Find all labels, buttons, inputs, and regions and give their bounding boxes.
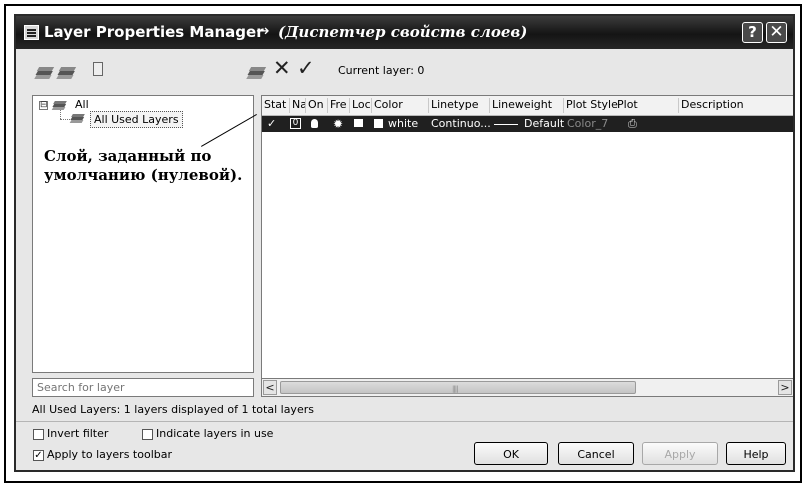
- column-header-plot[interactable]: Plot: [615, 98, 638, 113]
- column-header-lineweight[interactable]: Lineweight: [489, 98, 552, 113]
- annotation-line-2: умолчанию (нулевой).: [44, 166, 243, 184]
- window-title: Layer Properties Manager: [44, 23, 264, 41]
- apply-button[interactable]: Apply: [642, 442, 718, 465]
- filter-tree-panel[interactable]: ⊟ All All Used Layers: [32, 95, 254, 373]
- column-header-linetype[interactable]: Linetype: [428, 98, 479, 113]
- current-layer-label: Current layer: 0: [338, 64, 425, 77]
- layer-row[interactable]: ✓ 0 ✹ white Continuo... Default Color_7 …: [262, 116, 793, 132]
- thaw-sun-icon[interactable]: ✹: [333, 117, 343, 131]
- set-current-icon[interactable]: ✓: [297, 56, 315, 80]
- indicate-layers-checkbox[interactable]: [142, 429, 153, 440]
- column-header-lock[interactable]: Loc: [349, 98, 371, 113]
- cancel-button[interactable]: Cancel: [558, 442, 634, 465]
- layer-color-cell[interactable]: white: [388, 117, 418, 130]
- column-header-status[interactable]: Stat: [262, 98, 286, 113]
- scroll-thumb[interactable]: ||||: [280, 381, 636, 394]
- column-header-freeze[interactable]: Fre: [327, 98, 347, 113]
- plot-printer-icon[interactable]: ⎙: [628, 117, 637, 131]
- layer-plot-style-cell[interactable]: Color_7: [567, 117, 608, 130]
- collapse-icon[interactable]: ⊟: [39, 101, 48, 110]
- indicate-layers-label[interactable]: Indicate layers in use: [156, 427, 273, 440]
- layer-name-cell[interactable]: 0: [290, 118, 301, 129]
- annotation-arrow-icon: →: [256, 21, 270, 40]
- apply-to-toolbar-label[interactable]: Apply to layers toolbar: [47, 448, 172, 461]
- search-layer-input[interactable]: [32, 378, 254, 397]
- scroll-right-arrow-icon[interactable]: >: [778, 380, 792, 395]
- new-layer-icon[interactable]: [250, 62, 270, 78]
- layer-properties-dialog: Layer Properties Manager → (Диспетчер св…: [14, 14, 795, 472]
- delete-layer-icon[interactable]: ✕: [273, 56, 291, 80]
- invert-filter-label[interactable]: Invert filter: [47, 427, 108, 440]
- scroll-left-arrow-icon[interactable]: <: [263, 380, 277, 395]
- color-swatch[interactable]: [374, 119, 383, 128]
- ok-button[interactable]: OK: [474, 442, 548, 465]
- help-button[interactable]: Help: [726, 442, 786, 465]
- invert-filter-checkbox[interactable]: [33, 429, 44, 440]
- lineweight-sample: [494, 124, 518, 125]
- horizontal-scrollbar[interactable]: < |||| >: [261, 378, 793, 397]
- tree-item-all[interactable]: All: [75, 98, 89, 111]
- status-divider: [16, 421, 793, 422]
- tree-item-all-used-layers[interactable]: All Used Layers: [90, 111, 183, 128]
- help-title-button[interactable]: ?: [742, 22, 763, 43]
- close-button[interactable]: ✕: [766, 22, 787, 43]
- new-property-filter-icon[interactable]: [38, 62, 58, 78]
- column-header-color[interactable]: Color: [371, 98, 403, 113]
- annotation-line-1: Слой, заданный по: [44, 147, 212, 165]
- layer-manager-app-icon: [24, 25, 39, 40]
- column-header-description[interactable]: Description: [678, 98, 744, 113]
- new-group-filter-icon[interactable]: [60, 62, 80, 78]
- scroll-grip-icon: ||||: [452, 385, 459, 393]
- status-text: All Used Layers: 1 layers displayed of 1…: [32, 403, 314, 416]
- grid-header: Stat Na On Fre Loc Color Linetype Linewe…: [262, 96, 793, 116]
- apply-to-toolbar-checkbox[interactable]: ✓: [33, 450, 44, 461]
- layer-list-grid[interactable]: Stat Na On Fre Loc Color Linetype Linewe…: [261, 95, 793, 397]
- title-translation: (Диспетчер свойств слоев): [278, 23, 528, 41]
- layers-filter-icon: [71, 112, 86, 124]
- title-bar[interactable]: Layer Properties Manager → (Диспетчер св…: [16, 16, 793, 49]
- column-header-plot-style[interactable]: Plot Style: [563, 98, 618, 113]
- tree-connector: [60, 110, 61, 119]
- layer-states-manager-icon[interactable]: [92, 62, 106, 78]
- lightbulb-on-icon[interactable]: [311, 119, 318, 128]
- layer-linetype-cell[interactable]: Continuo...: [431, 117, 491, 130]
- unlock-icon[interactable]: [354, 119, 363, 127]
- annotation-text: Слой, заданный по умолчанию (нулевой).: [44, 147, 242, 185]
- column-header-on[interactable]: On: [305, 98, 324, 113]
- current-status-icon: ✓: [267, 117, 277, 130]
- layer-lineweight-cell[interactable]: Default: [524, 117, 564, 130]
